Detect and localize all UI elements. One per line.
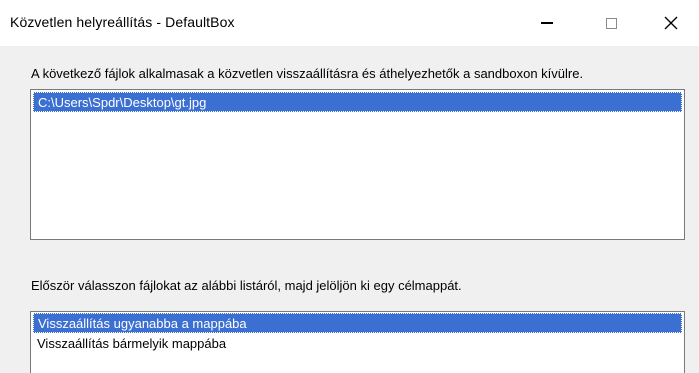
- minimize-button[interactable]: [522, 0, 572, 46]
- minimize-icon: [541, 22, 553, 24]
- window-title: Közvetlen helyreállítás - DefaultBox: [10, 14, 235, 30]
- maximize-icon: [605, 17, 617, 29]
- file-list-item[interactable]: C:\Users\Spdr\Desktop\gt.jpg: [33, 92, 682, 112]
- recoverable-files-list[interactable]: C:\Users\Spdr\Desktop\gt.jpg: [30, 89, 685, 240]
- close-button[interactable]: [646, 0, 696, 46]
- restore-option-same-folder[interactable]: Visszaállítás ugyanabba a mappába: [33, 313, 682, 333]
- recovery-dialog: Közvetlen helyreállítás - DefaultBox A k…: [0, 0, 699, 373]
- maximize-button[interactable]: [586, 0, 636, 46]
- close-icon: [664, 16, 678, 30]
- restore-instruction: Először válasszon fájlokat az alábbi lis…: [31, 278, 462, 293]
- restore-option-any-folder[interactable]: Visszaállítás bármelyik mappába: [33, 334, 682, 354]
- restore-target-list[interactable]: Visszaállítás ugyanabba a mappába Vissza…: [30, 311, 685, 373]
- files-instruction: A következő fájlok alkalmasak a közvetle…: [31, 66, 584, 81]
- title-bar[interactable]: Közvetlen helyreállítás - DefaultBox: [0, 0, 699, 46]
